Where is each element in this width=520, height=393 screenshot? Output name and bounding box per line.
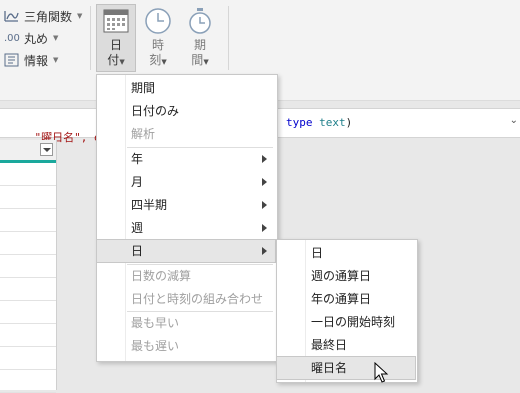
column-filter-dropdown[interactable] (40, 143, 53, 156)
menu-item-week[interactable]: 週 (97, 217, 275, 239)
submenu-item-day-of-year[interactable]: 年の通算日 (277, 288, 415, 310)
submenu-item-start-of-day[interactable]: 一日の開始時刻 (277, 311, 415, 333)
duration-button[interactable]: 期 間▼ (180, 4, 220, 72)
time-label-1: 時 (151, 38, 164, 52)
trig-button[interactable]: 三角関数 ▼ (4, 6, 82, 26)
chevron-down-icon: ▼ (161, 58, 167, 66)
time-button[interactable]: 時 刻▼ (138, 4, 178, 72)
table-row[interactable] (0, 186, 56, 209)
table-row[interactable] (0, 278, 56, 301)
menu-item-date-only[interactable]: 日付のみ (97, 100, 275, 122)
table-row[interactable] (0, 232, 56, 255)
trig-icon (4, 11, 19, 22)
clock-icon (145, 8, 171, 34)
menu-item-month[interactable]: 月 (97, 171, 275, 193)
date-label-1: 日 (109, 38, 122, 52)
menu-item-subtract-days: 日数の減算 (131, 269, 192, 283)
table-row[interactable] (0, 347, 56, 370)
table-row[interactable] (0, 324, 56, 347)
mouse-cursor-icon (374, 362, 389, 383)
table-row[interactable] (0, 163, 56, 186)
menu-item-quarter[interactable]: 四半期 (97, 194, 275, 216)
menu-item-period[interactable]: 期間 (97, 77, 275, 99)
info-icon (4, 53, 19, 67)
chevron-down-icon: ▼ (53, 34, 59, 42)
chevron-right-icon (262, 201, 267, 209)
chevron-right-icon (262, 247, 267, 255)
ribbon-separator (90, 6, 91, 70)
data-grid (0, 140, 57, 393)
info-label: 情報 (24, 53, 49, 68)
rounding-label: 丸め (24, 31, 49, 46)
formula-type: text (319, 116, 346, 129)
formula-close: ) (345, 116, 353, 129)
chevron-down-icon: ▼ (119, 58, 125, 66)
day-submenu: 日 週の通算日 年の通算日 一日の開始時刻 最終日 曜日名 (276, 239, 418, 383)
ribbon-separator (228, 6, 229, 70)
table-row[interactable] (0, 209, 56, 232)
submenu-item-end-of-day[interactable]: 最終日 (277, 334, 415, 356)
date-label-2: 付 (107, 53, 120, 67)
chevron-right-icon (262, 224, 267, 232)
duration-label-2: 間 (191, 53, 204, 67)
submenu-item-day-of-week[interactable]: 週の通算日 (277, 265, 415, 287)
submenu-item-day-name[interactable]: 曜日名 (276, 356, 416, 380)
info-button[interactable]: 情報 ▼ (4, 50, 58, 70)
chevron-down-icon: ▼ (77, 12, 83, 20)
column-header (0, 140, 56, 163)
chevron-right-icon (262, 155, 267, 163)
chevron-down-icon: ▼ (53, 56, 59, 64)
rounding-icon: .00 (4, 32, 20, 44)
menu-item-earliest: 最も早い (131, 316, 180, 330)
menu-item-year[interactable]: 年 (97, 148, 275, 170)
menu-item-parse: 解析 (131, 127, 156, 141)
trig-label: 三角関数 (24, 9, 73, 24)
formula-text-right: type text) (286, 116, 352, 129)
formula-keyword: type (286, 116, 313, 129)
menu-item-latest: 最も遅い (131, 339, 180, 353)
rounding-button[interactable]: .00 丸め ▼ (4, 28, 58, 48)
table-row[interactable] (0, 301, 56, 324)
chevron-down-icon: ▼ (203, 58, 209, 66)
time-label-2: 刻 (149, 53, 162, 67)
date-button[interactable]: 日 付▼ (96, 4, 136, 72)
chevron-down-icon[interactable]: ⌄ (510, 115, 518, 126)
calendar-icon (103, 9, 129, 33)
stopwatch-icon (189, 8, 211, 34)
table-row[interactable] (0, 255, 56, 278)
submenu-item-day[interactable]: 日 (277, 242, 415, 264)
menu-item-day[interactable]: 日 (96, 239, 276, 263)
menu-item-combine-date-time: 日付と時刻の組み合わせ (131, 292, 264, 306)
date-menu: 期間 日付のみ 解析 年 月 四半期 週 日 日数の減算 日付と時刻の組み合わせ… (96, 74, 278, 362)
chevron-right-icon (262, 178, 267, 186)
duration-label-1: 期 (193, 38, 206, 52)
